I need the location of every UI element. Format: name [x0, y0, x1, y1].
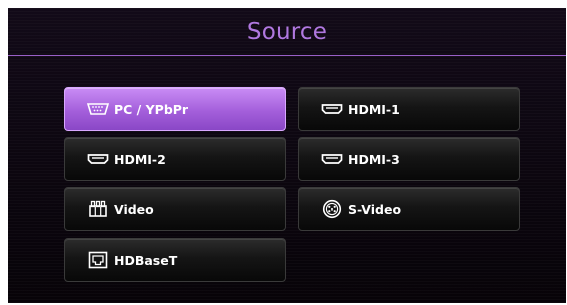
source-grid: PC / YPbPr HDMI-1 HDMI-2 HDMI-3 Video S-… — [63, 87, 523, 287]
hdmi-port-icon — [321, 150, 343, 168]
source-button-hdmi-3[interactable]: HDMI-3 — [298, 137, 520, 181]
hdbaset-port-icon — [87, 251, 109, 269]
source-button-hdbaset[interactable]: HDBaseT — [64, 238, 286, 282]
source-label: HDMI-2 — [114, 151, 166, 167]
hdmi-port-icon — [321, 100, 343, 118]
vga-port-icon — [87, 100, 109, 118]
source-label: HDMI-1 — [348, 101, 400, 117]
source-button-video[interactable]: Video — [64, 187, 286, 231]
source-label: PC / YPbPr — [114, 101, 189, 117]
source-button-hdmi-2[interactable]: HDMI-2 — [64, 137, 286, 181]
title-bar: Source — [8, 8, 566, 56]
source-button-pc-ypbpr[interactable]: PC / YPbPr — [64, 87, 286, 131]
hdmi-port-icon — [87, 150, 109, 168]
source-menu-screen: Source PC / YPbPr HDMI-1 HDMI-2 HDMI-3 V… — [8, 8, 566, 303]
source-label: HDBaseT — [114, 252, 178, 268]
source-label: S-Video — [348, 201, 402, 217]
source-button-s-video[interactable]: S-Video — [298, 187, 520, 231]
source-button-hdmi-1[interactable]: HDMI-1 — [298, 87, 520, 131]
menu-title: Source — [246, 19, 328, 45]
title-divider — [8, 55, 566, 56]
composite-video-icon — [87, 200, 109, 218]
s-video-port-icon — [321, 199, 343, 219]
source-label: Video — [114, 201, 154, 217]
source-label: HDMI-3 — [348, 151, 400, 167]
